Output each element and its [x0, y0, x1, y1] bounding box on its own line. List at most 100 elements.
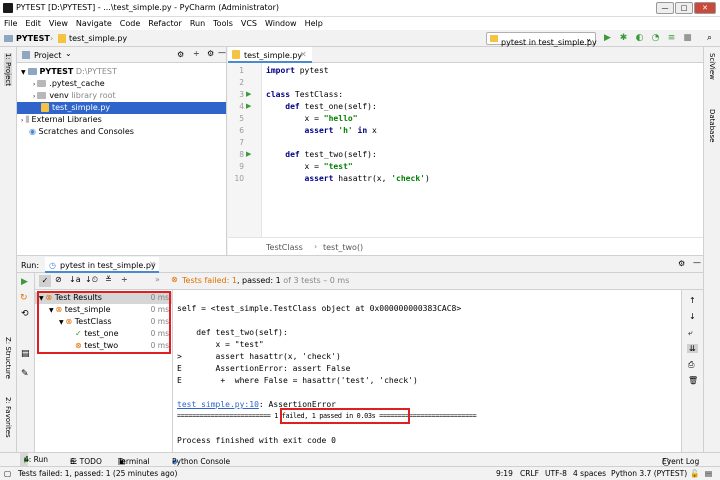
chevron-down-icon[interactable]: ⌄: [65, 49, 72, 58]
soft-wrap-icon[interactable]: ⤶: [688, 328, 692, 338]
tool-tab-run[interactable]: ▶ 4: Run: [20, 453, 48, 466]
menu-file[interactable]: File: [0, 17, 21, 30]
right-tool-strip: SciView Database: [703, 47, 720, 452]
status-toggle-icon[interactable]: ▢: [4, 469, 11, 478]
collapse-icon[interactable]: ÷: [193, 49, 200, 58]
run-icon[interactable]: ▶: [602, 33, 613, 44]
trash-icon[interactable]: 🗑: [688, 376, 698, 385]
project-panel: Project ⌄ ⚙ ÷ ⚙ — ▼ PYTEST D:\PYTEST › .…: [17, 47, 227, 255]
close-button[interactable]: ✕: [694, 2, 716, 14]
menu-view[interactable]: View: [45, 17, 72, 30]
search-icon[interactable]: ⌕: [704, 33, 715, 44]
hide-icon[interactable]: —: [218, 48, 226, 57]
tree-item-test-simple[interactable]: test_simple.py: [17, 102, 226, 114]
coverage-icon[interactable]: ◐: [634, 33, 645, 44]
menu-help[interactable]: Help: [301, 17, 327, 30]
nav-file[interactable]: test_simple.py: [69, 34, 127, 43]
rerun-failed-icon[interactable]: ↻: [20, 293, 28, 303]
run-test-gutter-icon[interactable]: ▶: [246, 102, 251, 110]
expand-all-icon[interactable]: ≚: [105, 275, 112, 284]
run-test-gutter-icon[interactable]: ▶: [246, 90, 251, 98]
tool-tab-project[interactable]: 1: Project: [4, 53, 12, 86]
run-test-gutter-icon[interactable]: ▶: [246, 150, 251, 158]
menu-tools[interactable]: Tools: [209, 17, 237, 30]
tree-item-pytest[interactable]: ▼ PYTEST D:\PYTEST: [21, 66, 117, 78]
run-tab[interactable]: ◷ pytest in test_simple.py ✕: [45, 257, 159, 273]
menu-code[interactable]: Code: [116, 17, 144, 30]
lock-icon[interactable]: 🔓: [690, 469, 699, 478]
chevron-down-icon: ⌄: [585, 34, 592, 43]
show-passed-icon[interactable]: ✓: [39, 275, 51, 287]
status-position[interactable]: 9:19: [496, 469, 513, 478]
more-icon[interactable]: »: [155, 275, 160, 284]
run-config-select[interactable]: pytest in test_simple.py ⌄: [486, 32, 597, 47]
console-line: Process finished with exit code 0: [177, 436, 336, 445]
project-panel-title[interactable]: Project: [34, 51, 61, 60]
tool-tab-favorites[interactable]: 2: Favorites: [4, 397, 12, 438]
menu-run[interactable]: Run: [186, 17, 209, 30]
rerun-icon[interactable]: ▶: [21, 277, 28, 287]
menu-vcs[interactable]: VCS: [237, 17, 261, 30]
scroll-up-icon[interactable]: ↑: [689, 296, 696, 305]
nav-project[interactable]: PYTEST: [16, 34, 50, 43]
run-side-toolbar: ▶ ↻ ⟲ ▤ ✎: [17, 273, 35, 452]
line-number: 4: [239, 102, 244, 111]
pin-icon[interactable]: ✎: [21, 369, 29, 379]
status-line-separator[interactable]: CRLF: [520, 469, 539, 478]
debug-icon[interactable]: ✱: [618, 33, 629, 44]
scroll-down-icon[interactable]: ↓: [689, 312, 696, 321]
status-encoding[interactable]: UTF-8: [545, 469, 567, 478]
close-tab-icon[interactable]: ✕: [300, 50, 307, 59]
scroll-to-end-icon[interactable]: ⇊: [687, 344, 698, 353]
editor-gutter: 1 2 3 4 5 6 7 8 9 10 ▶ ▶ ▶: [228, 63, 262, 255]
toggle-auto-test-icon[interactable]: ⟲: [21, 309, 29, 319]
breadcrumb-method[interactable]: test_two(): [323, 243, 363, 252]
editor-tab[interactable]: test_simple.py ✕: [228, 47, 312, 63]
memory-icon[interactable]: ▤: [705, 469, 712, 478]
run-label: Run:: [21, 261, 40, 270]
tree-item-venv[interactable]: › venv library root: [33, 90, 116, 102]
code-editor[interactable]: test_simple.py ✕ 1 2 3 4 5 6 7 8 9 10 ▶ ▶ ▶ import p…: [228, 47, 703, 255]
console-line: E + where False = hasattr('test', 'check…: [177, 376, 418, 385]
tool-tab-database[interactable]: Database: [708, 109, 716, 142]
gear-icon[interactable]: ⚙: [177, 50, 184, 59]
tree-item-external-libraries[interactable]: › ⫼ External Libraries: [21, 114, 102, 126]
profile-icon[interactable]: ◔: [650, 33, 661, 44]
sort-alpha-icon[interactable]: ↓a: [69, 275, 81, 284]
status-interpreter[interactable]: Python 3.7 (PYTEST): [611, 469, 687, 478]
show-ignored-icon[interactable]: ⊘: [55, 275, 62, 284]
console-source-link[interactable]: test_simple.py:10: [177, 400, 259, 409]
menu-refactor[interactable]: Refactor: [144, 17, 186, 30]
breadcrumb-class[interactable]: TestClass: [266, 243, 303, 252]
tool-tab-sciview[interactable]: SciView: [708, 53, 716, 80]
nav-separator: ›: [50, 34, 54, 43]
print-icon[interactable]: ⎙: [688, 360, 694, 370]
status-indent[interactable]: 4 spaces: [573, 469, 606, 478]
line-number: 1: [239, 66, 244, 75]
tree-item-scratches[interactable]: ◉ Scratches and Consoles: [29, 126, 134, 138]
settings-icon[interactable]: ⚙: [678, 259, 685, 268]
maximize-button[interactable]: □: [675, 2, 693, 14]
sort-duration-icon[interactable]: ↓⏲: [85, 275, 98, 285]
status-message[interactable]: Tests failed: 1, passed: 1 (25 minutes a…: [18, 469, 177, 478]
close-tab-icon[interactable]: ✕: [149, 260, 156, 269]
collapse-all-icon[interactable]: ÷: [121, 275, 128, 284]
run-console[interactable]: self = <test_simple.TestClass object at …: [173, 290, 681, 452]
hide-icon[interactable]: —: [693, 258, 701, 267]
settings-icon[interactable]: ⚙: [207, 49, 214, 58]
concurrency-icon[interactable]: ≡: [666, 33, 677, 44]
python-file-icon: [58, 34, 66, 43]
window-title: PYTEST [D:\PYTEST] - ...\test_simple.py …: [16, 3, 279, 12]
tool-tab-structure[interactable]: Z: Structure: [4, 337, 12, 379]
line-number: 6: [239, 126, 244, 135]
menu-navigate[interactable]: Navigate: [72, 17, 116, 30]
menu-window[interactable]: Window: [261, 17, 301, 30]
layout-icon[interactable]: ▤: [21, 349, 30, 359]
minimize-button[interactable]: —: [656, 2, 674, 14]
tree-item-pytest-cache[interactable]: › .pytest_cache: [33, 78, 105, 90]
pycharm-logo-icon: [3, 3, 13, 13]
stop-icon[interactable]: ■: [682, 33, 693, 44]
editor-tab-bar: test_simple.py ✕: [228, 47, 703, 63]
menu-edit[interactable]: Edit: [21, 17, 45, 30]
line-number: 5: [239, 114, 244, 123]
